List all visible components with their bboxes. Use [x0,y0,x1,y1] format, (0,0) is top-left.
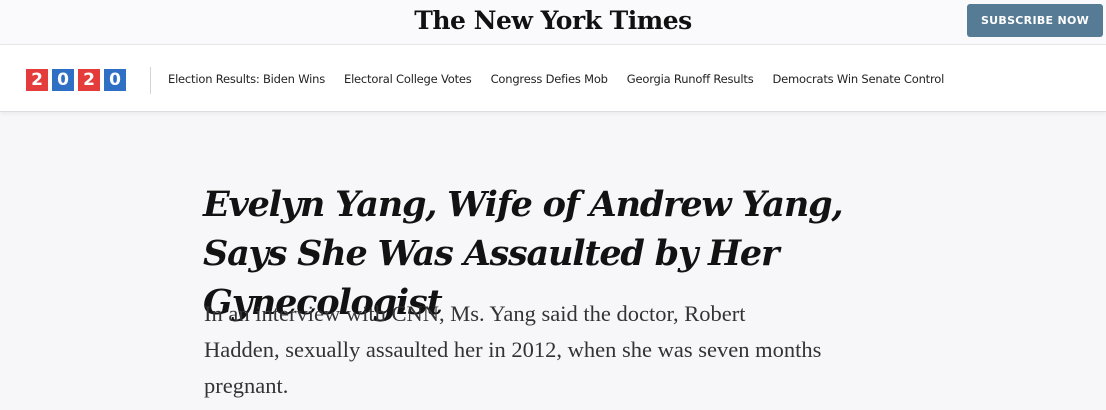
nav-divider [150,67,151,94]
page: The New York Times SUBSCRIBE NOW 2 0 2 0… [0,0,1106,410]
logo-digit: 0 [50,67,76,93]
top-bar: The New York Times SUBSCRIBE NOW [0,0,1106,44]
logo-digit: 2 [24,67,50,93]
election-2020-logo[interactable]: 2 0 2 0 [24,67,128,93]
nav-link-senate-control[interactable]: Democrats Win Senate Control [773,72,945,86]
nav-link-electoral-college[interactable]: Electoral College Votes [344,72,472,86]
article-summary: In an interview with CNN, Ms. Yang said … [204,301,822,398]
nav-link-election-results[interactable]: Election Results: Biden Wins [168,72,325,86]
subscribe-button[interactable]: SUBSCRIBE NOW [967,4,1103,37]
logo-digit: 0 [102,67,128,93]
section-nav: 2 0 2 0 Election Results: Biden Wins Ele… [0,44,1106,112]
nyt-logo[interactable]: The New York Times [0,4,1106,38]
nav-links: Election Results: Biden Wins Electoral C… [168,72,963,86]
nav-link-georgia-runoff[interactable]: Georgia Runoff Results [627,72,754,86]
nav-link-congress-defies-mob[interactable]: Congress Defies Mob [491,72,608,86]
logo-digit: 2 [76,67,102,93]
